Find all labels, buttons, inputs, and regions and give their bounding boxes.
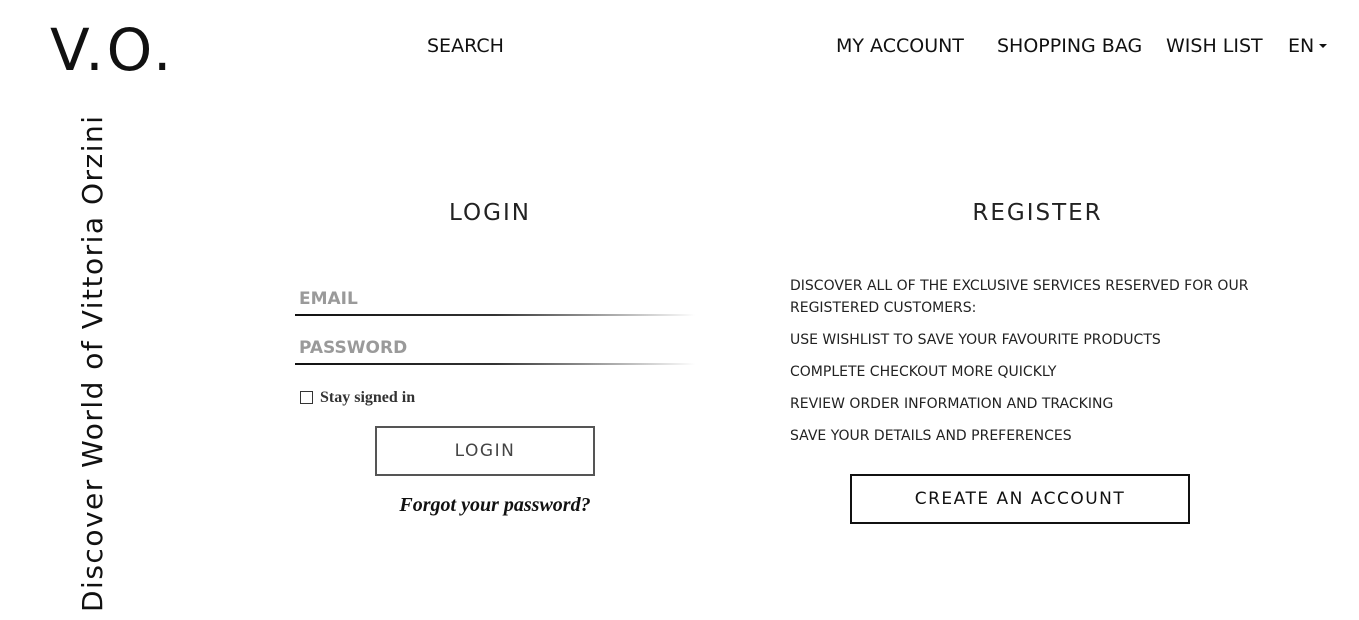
stay-signed-in-row: Stay signed in — [300, 389, 415, 407]
register-benefit: USE WISHLIST TO SAVE YOUR FAVOURITE PROD… — [790, 332, 1161, 348]
register-heading: REGISTER — [972, 200, 1103, 226]
my-account-link[interactable]: MY ACCOUNT — [836, 34, 964, 58]
password-field[interactable] — [295, 333, 695, 363]
register-benefit: REVIEW ORDER INFORMATION AND TRACKING — [790, 396, 1114, 412]
shopping-bag-link[interactable]: SHOPPING BAG — [997, 34, 1142, 58]
login-button[interactable]: LOGIN — [375, 426, 595, 476]
register-intro: DISCOVER ALL OF THE EXCLUSIVE SERVICES R… — [790, 278, 1249, 316]
language-label: EN — [1288, 35, 1315, 57]
stay-signed-in-checkbox[interactable] — [300, 390, 313, 404]
email-underline — [295, 314, 695, 316]
brand-tagline: Discover World of Vittoria Orzini — [76, 114, 109, 613]
login-heading: LOGIN — [449, 200, 531, 226]
page: V.O. SEARCH MY ACCOUNT SHOPPING BAG WISH… — [0, 0, 1359, 620]
stay-signed-in-label[interactable]: Stay signed in — [320, 389, 415, 407]
register-benefit: SAVE YOUR DETAILS AND PREFERENCES — [790, 428, 1072, 444]
chevron-down-icon — [1319, 43, 1328, 48]
email-field[interactable] — [295, 284, 695, 314]
password-underline — [295, 363, 695, 365]
site-logo[interactable]: V.O. — [50, 18, 174, 82]
forgot-password-link[interactable]: Forgot your password? — [335, 494, 655, 517]
email-field-wrapper — [295, 284, 695, 316]
language-selector[interactable]: EN — [1288, 34, 1328, 58]
password-field-wrapper — [295, 333, 695, 365]
register-benefit: COMPLETE CHECKOUT MORE QUICKLY — [790, 364, 1057, 380]
search-link[interactable]: SEARCH — [427, 34, 504, 58]
create-account-button[interactable]: CREATE AN ACCOUNT — [850, 474, 1190, 524]
wish-list-link[interactable]: WISH LIST — [1166, 34, 1263, 58]
